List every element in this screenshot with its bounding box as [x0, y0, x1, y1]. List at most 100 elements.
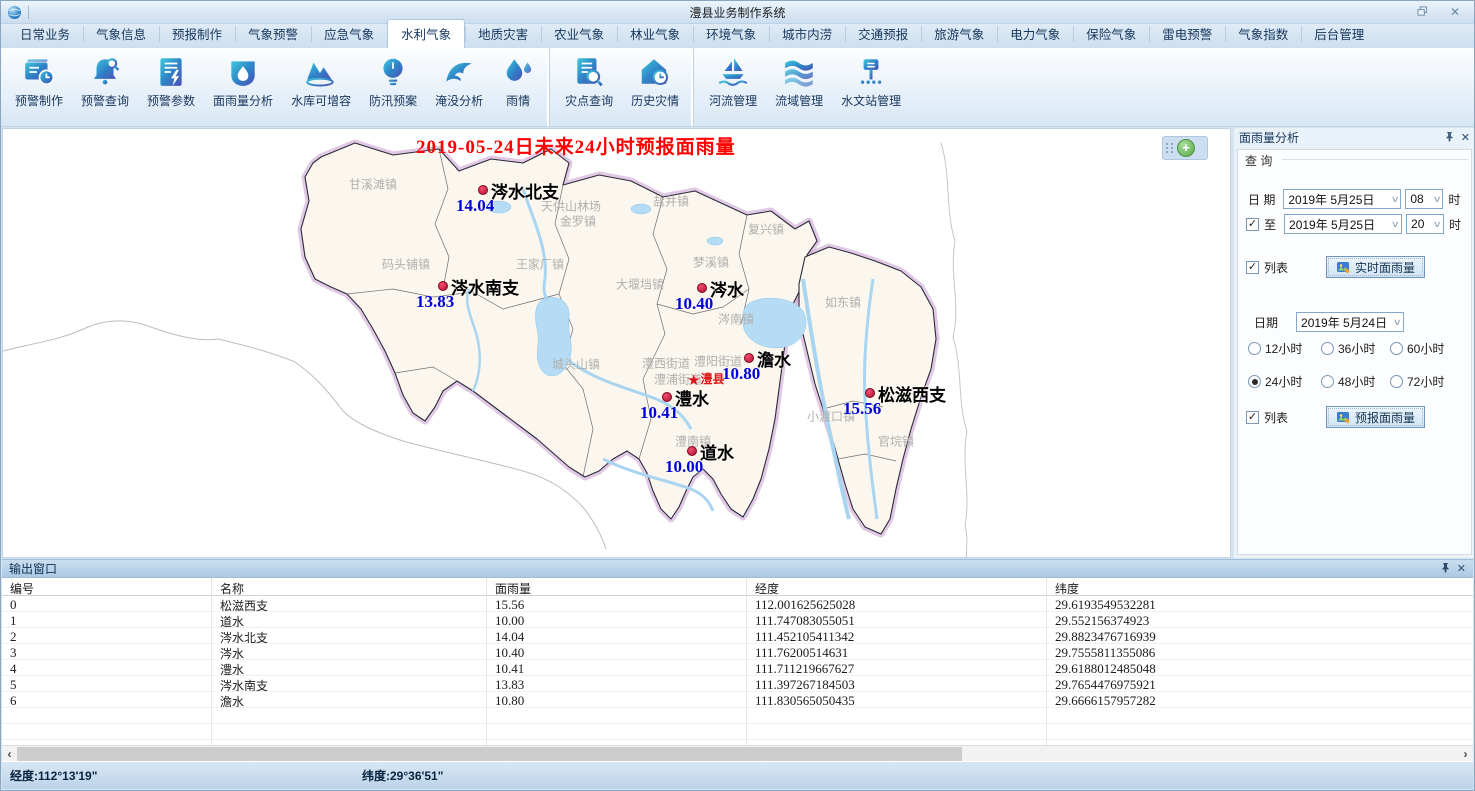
- duration-radio[interactable]: 12小时: [1248, 340, 1321, 357]
- realtime-list-checkbox[interactable]: ✓: [1246, 261, 1259, 274]
- table-cell: [212, 724, 487, 740]
- station-dot-icon: [478, 185, 488, 195]
- column-header[interactable]: 纬度: [1047, 578, 1473, 596]
- table-cell: 29.7654476975921: [1047, 676, 1473, 692]
- submerge-icon: [442, 55, 476, 89]
- start-date-label: 日 期: [1248, 191, 1275, 208]
- column-header[interactable]: 经度: [747, 578, 1047, 596]
- menu-tab[interactable]: 后台管理: [1301, 20, 1377, 48]
- column-header[interactable]: 面雨量: [487, 578, 747, 596]
- toolbar-button-alert-make[interactable]: 预警制作: [6, 48, 72, 126]
- start-date-select[interactable]: 2019年 5月25日∨: [1283, 189, 1401, 209]
- drag-handle-icon[interactable]: [1166, 143, 1174, 153]
- toolbar-button-disaster-query[interactable]: 灾点查询: [556, 48, 622, 126]
- table-cell: 14.04: [487, 628, 747, 644]
- toolbar-button-history-disaster[interactable]: 历史灾情: [622, 48, 688, 126]
- table-row[interactable]: [2, 708, 1473, 724]
- menu-tab[interactable]: 电力气象: [997, 20, 1073, 48]
- menu-tab[interactable]: 雷电预警: [1149, 20, 1225, 48]
- realtime-list-label: 列表: [1264, 259, 1288, 276]
- table-cell: 道水: [212, 612, 487, 628]
- station-name: 松滋西支: [878, 381, 946, 406]
- table-cell: 3: [2, 644, 212, 660]
- menu-tab[interactable]: 环境气象: [693, 20, 769, 48]
- toolbar-button-river[interactable]: 河流管理: [700, 48, 766, 126]
- column-header[interactable]: 编号: [2, 578, 212, 596]
- chevron-down-icon: ∨: [1393, 317, 1402, 328]
- table-row[interactable]: 5涔水南支13.83111.39726718450329.76544769759…: [2, 676, 1473, 692]
- to-checkbox[interactable]: ✓: [1246, 218, 1259, 231]
- table-row[interactable]: 2涔水北支14.04111.45210541134229.88234767169…: [2, 628, 1473, 644]
- menu-tab[interactable]: 日常业务: [7, 20, 83, 48]
- table-row[interactable]: 0松滋西支15.56112.00162562502829.61935495322…: [2, 596, 1473, 612]
- map-canvas[interactable]: 2019-05-24日未来24小时预报面雨量 甘溪滩镇盐井镇天供山林场金罗镇复兴…: [2, 128, 1231, 558]
- scrollbar-thumb[interactable]: [17, 747, 962, 761]
- toolbar-button-flood-plan[interactable]: 防汛预案: [360, 48, 426, 126]
- menu-tab[interactable]: 旅游气象: [921, 20, 997, 48]
- toolbar-button-rain[interactable]: 雨情: [492, 48, 544, 126]
- station-name: 涔水: [710, 276, 744, 301]
- toolbar-button-label: 河流管理: [709, 92, 757, 109]
- town-label: 涔南镇: [718, 311, 754, 328]
- scroll-right-icon[interactable]: ›: [1458, 746, 1473, 762]
- town-label: 甘溪滩镇: [349, 176, 397, 193]
- menu-tab[interactable]: 气象信息: [83, 20, 159, 48]
- horizontal-scrollbar[interactable]: ‹ ›: [2, 745, 1473, 762]
- table-cell: [2, 724, 212, 740]
- map-zoom-in-button[interactable]: +: [1177, 139, 1195, 157]
- toolbar-button-reservoir[interactable]: 水库可增容: [282, 48, 360, 126]
- end-date-select[interactable]: 2019年 5月25日∨: [1284, 214, 1402, 234]
- column-header[interactable]: 名称: [212, 578, 487, 596]
- maximize-button[interactable]: [1417, 6, 1428, 19]
- menu-tab[interactable]: 保险气象: [1073, 20, 1149, 48]
- panel-close-icon[interactable]: ✕: [1461, 131, 1470, 144]
- table-cell: [1047, 708, 1473, 724]
- menu-tab[interactable]: 应急气象: [311, 20, 387, 48]
- menu-tab[interactable]: 气象指数: [1225, 20, 1301, 48]
- duration-radio[interactable]: 72小时: [1390, 373, 1444, 390]
- menu-tab[interactable]: 农业气象: [541, 20, 617, 48]
- toolbar-button-basin[interactable]: 流域管理: [766, 48, 832, 126]
- output-close-icon[interactable]: ✕: [1457, 562, 1466, 575]
- forecast-rain-button[interactable]: 预报面雨量: [1326, 406, 1425, 428]
- toolbar-button-label: 淹没分析: [435, 92, 483, 109]
- toolbar-button-submerge[interactable]: 淹没分析: [426, 48, 492, 126]
- toolbar-button-label: 水库可增容: [291, 92, 351, 109]
- toolbar-button-alert-params[interactable]: 预警参数: [138, 48, 204, 126]
- menu-tab[interactable]: 交通预报: [845, 20, 921, 48]
- table-row[interactable]: [2, 724, 1473, 740]
- close-button[interactable]: ✕: [1450, 6, 1460, 18]
- toolbar-button-hydro-station[interactable]: 水文站管理: [832, 48, 910, 126]
- duration-radio[interactable]: 48小时: [1321, 373, 1390, 390]
- forecast-date-select[interactable]: 2019年 5月24日∨: [1296, 312, 1404, 332]
- table-cell: 松滋西支: [212, 596, 487, 612]
- pin-icon[interactable]: [1445, 131, 1454, 145]
- duration-radio[interactable]: 60小时: [1390, 340, 1444, 357]
- duration-radio[interactable]: 36小时: [1321, 340, 1390, 357]
- pin-icon[interactable]: [1441, 562, 1450, 576]
- table-row[interactable]: 3涔水10.40111.7620051463129.7555811355086: [2, 644, 1473, 660]
- menu-tab[interactable]: 地质灾害: [465, 20, 541, 48]
- town-label: 梦溪镇: [693, 254, 729, 271]
- menu-tab[interactable]: 水利气象: [387, 19, 465, 48]
- menu-tab[interactable]: 城市内涝: [769, 20, 845, 48]
- output-table[interactable]: 编号名称面雨量经度纬度0松滋西支15.56112.00162562502829.…: [2, 578, 1473, 745]
- toolbar-button-alert-query[interactable]: 预警查询: [72, 48, 138, 126]
- table-cell: 0: [2, 596, 212, 612]
- table-row[interactable]: 1道水10.00111.74708305505129.552156374923: [2, 612, 1473, 628]
- realtime-rain-button[interactable]: 实时面雨量: [1326, 256, 1425, 278]
- forecast-list-checkbox[interactable]: ✓: [1246, 411, 1259, 424]
- menu-tab[interactable]: 气象预警: [235, 20, 311, 48]
- toolbar-button-label: 雨情: [506, 92, 530, 109]
- table-row[interactable]: 4澧水10.41111.71121966762729.6188012485048: [2, 660, 1473, 676]
- table-cell: 4: [2, 660, 212, 676]
- duration-radio[interactable]: 24小时: [1248, 373, 1321, 390]
- table-cell: 5: [2, 676, 212, 692]
- scroll-left-icon[interactable]: ‹: [2, 746, 17, 762]
- table-row[interactable]: 6澹水10.80111.83056505043529.6666157957282: [2, 692, 1473, 708]
- toolbar-button-area-rain[interactable]: 面雨量分析: [204, 48, 282, 126]
- menu-tab[interactable]: 预报制作: [159, 20, 235, 48]
- menu-tab[interactable]: 林业气象: [617, 20, 693, 48]
- end-hour-select[interactable]: 20∨: [1406, 214, 1444, 234]
- start-hour-select[interactable]: 08∨: [1405, 189, 1443, 209]
